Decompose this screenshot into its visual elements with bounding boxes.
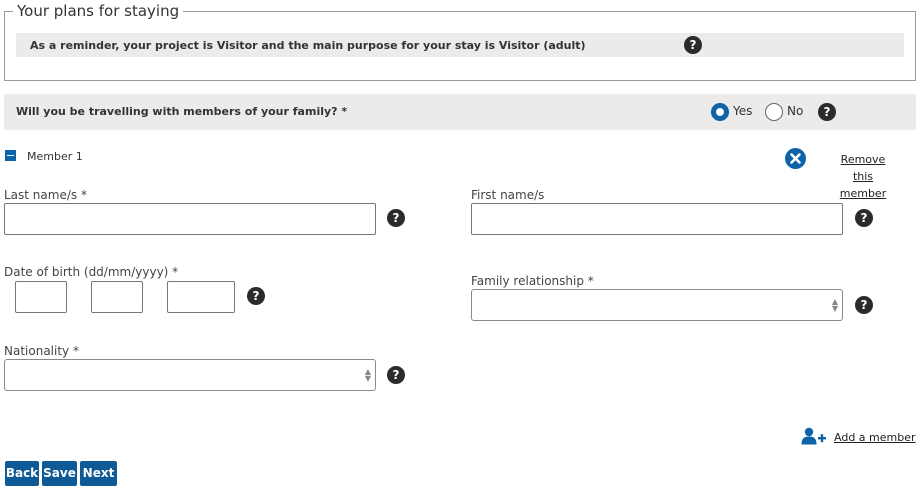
nationality-label: Nationality * [4,344,79,358]
remove-member-icon[interactable] [785,148,806,169]
add-member-link[interactable]: Add a member [834,431,916,444]
radio-no-label[interactable]: No [787,104,803,118]
reminder-banner: As a reminder, your project is Visitor a… [16,33,904,57]
select-arrows-icon: ▲ ▼ [831,297,838,313]
next-button[interactable]: Next [80,461,117,486]
birth-year-input[interactable] [167,281,235,313]
back-button[interactable]: Back [5,461,39,486]
remove-member-link[interactable]: Remove this member [830,151,896,202]
user-plus-icon [801,427,826,445]
help-icon[interactable]: ? [387,209,405,227]
first-name-input[interactable] [471,203,843,235]
plans-section-title: Your plans for staying [17,2,180,20]
member-title: Member 1 [27,150,83,163]
help-icon[interactable]: ? [855,296,873,314]
nationality-select[interactable]: ▲ ▼ [4,359,376,391]
help-icon[interactable]: ? [387,366,405,384]
help-icon[interactable]: ? [818,103,836,121]
help-icon[interactable]: ? [684,36,702,54]
select-arrows-icon: ▲ ▼ [364,367,371,383]
add-member-icon[interactable] [801,427,827,445]
first-name-label: First name/s [471,188,545,202]
last-name-input[interactable] [4,203,376,235]
close-icon [790,153,801,164]
reminder-text: As a reminder, your project is Visitor a… [30,39,586,52]
radio-yes[interactable] [711,103,729,121]
family-relationship-label: Family relationship * [471,274,594,288]
last-name-label: Last name/s * [4,188,87,202]
help-icon[interactable]: ? [855,209,873,227]
birth-day-input[interactable] [15,281,67,313]
birth-month-input[interactable] [91,281,143,313]
collapse-member-toggle[interactable] [5,150,16,161]
date-of-birth-label: Date of birth (dd/mm/yyyy) * [4,265,179,279]
family-question-label: Will you be travelling with members of y… [16,105,348,118]
radio-no[interactable] [765,103,783,121]
save-button[interactable]: Save [42,461,77,486]
family-relationship-select[interactable]: ▲ ▼ [471,289,843,321]
help-icon[interactable]: ? [247,287,265,305]
radio-yes-label[interactable]: Yes [733,104,752,118]
